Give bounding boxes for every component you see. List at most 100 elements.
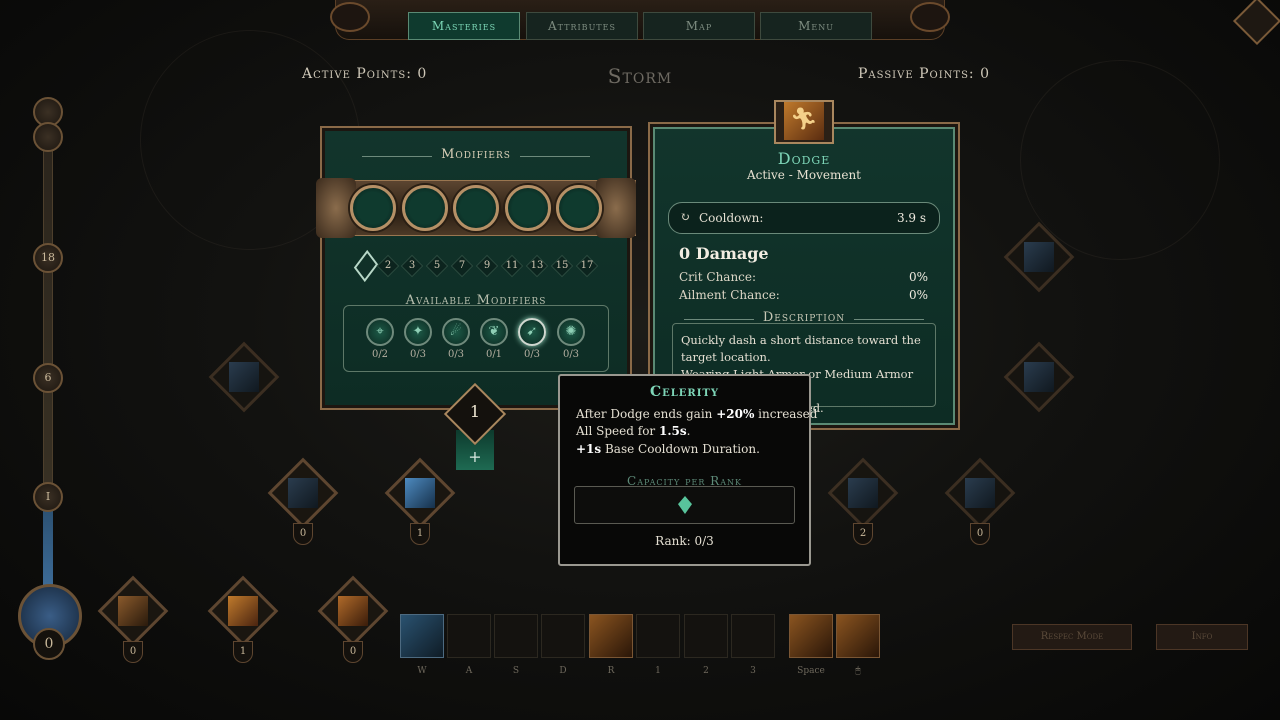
rank-threshold-11: 11: [505, 260, 519, 271]
hotbar-slot-w[interactable]: [400, 614, 444, 658]
rank-threshold-5: 5: [433, 260, 441, 271]
rank-threshold-2: 2: [384, 260, 392, 271]
hotbar-slot-r[interactable]: [589, 614, 633, 658]
tab-map[interactable]: Map: [643, 12, 755, 40]
skill-points-value: 1: [469, 402, 481, 421]
active-points-label: Active Points:: [302, 66, 412, 82]
skill-node-count: 0: [343, 641, 363, 663]
skill-node-count: 1: [233, 641, 253, 663]
passive-points-value: 0: [980, 66, 991, 82]
celerity-icon[interactable]: ➹: [518, 318, 546, 346]
tooltip-text: Base Cooldown Duration.: [601, 442, 760, 456]
skill-node-dodge[interactable]: 1: [206, 575, 279, 666]
modifier-slot-2[interactable]: [402, 185, 448, 231]
description-line: Quickly dash a short distance toward the…: [681, 333, 921, 364]
skill-node-count: 1: [410, 523, 430, 545]
tooltip-highlight: +1s: [576, 442, 602, 456]
tooltip-line: +1s Base Cooldown Duration.: [576, 442, 760, 456]
rank-threshold-13: 13: [530, 260, 544, 271]
skill-node-crossbow[interactable]: 0: [96, 575, 169, 666]
tooltip-text: .: [686, 424, 691, 438]
hotkey-label: A: [465, 666, 473, 676]
skill-node-art: [848, 478, 878, 508]
tooltip-line: All Speed for 1.5s.: [576, 424, 690, 438]
track-node-tier: I: [33, 482, 63, 512]
modifier-count: 0/1: [485, 349, 503, 360]
modifier-slot-4[interactable]: [505, 185, 551, 231]
description-title: Description: [762, 310, 846, 325]
skill-node-ice-column[interactable]: 0: [266, 457, 339, 548]
hotkey-label: Space: [797, 666, 825, 676]
hotbar-slot-space[interactable]: [789, 614, 833, 658]
crosshair-icon[interactable]: ⌖: [366, 318, 394, 346]
tooltip-text: After Dodge ends gain: [576, 407, 717, 421]
crit-chance-value: 0%: [908, 270, 928, 284]
hotkey-label: 1: [655, 666, 661, 676]
capacity-title: Capacity per Rank: [627, 474, 742, 488]
modifier-count: 0/2: [371, 349, 389, 360]
skill-node-art: [288, 478, 318, 508]
active-points: Active Points: 0: [302, 66, 427, 82]
feather-icon[interactable]: ❦: [480, 318, 508, 346]
skill-node-count: 0: [293, 523, 313, 545]
tab-attributes[interactable]: Attributes: [526, 12, 638, 40]
tab-menu[interactable]: Menu: [760, 12, 872, 40]
passive-points-label: Passive Points:: [858, 66, 975, 82]
nav-ornament-right: [910, 2, 950, 32]
available-modifiers-title: Available Modifiers: [405, 293, 547, 308]
hotbar-slot-1[interactable]: [636, 614, 680, 658]
modifier-slot-1[interactable]: [350, 185, 396, 231]
skill-node-vortex[interactable]: 0: [316, 575, 389, 666]
crit-chance-label: Crit Chance:: [679, 270, 757, 284]
skill-node-art: [229, 362, 259, 392]
mastery-points-count: 0: [33, 628, 65, 660]
modifier-count: 0/3: [447, 349, 465, 360]
skill-node-frost-pillar[interactable]: 1: [383, 457, 456, 548]
modifier-count: 0/3: [523, 349, 541, 360]
tooltip-text: increased: [754, 407, 818, 421]
hotbar-slot-d[interactable]: [541, 614, 585, 658]
tooltip-highlight: +20%: [716, 407, 755, 421]
tab-masteries[interactable]: Masteries: [408, 12, 520, 40]
hotkey-label: 2: [703, 666, 709, 676]
skill-node-left-upper[interactable]: [207, 341, 280, 432]
hotbar-slot-2[interactable]: [684, 614, 728, 658]
skill-node-right-middle[interactable]: [1002, 341, 1075, 432]
background-ornament: [1020, 60, 1220, 260]
skill-node-storm-orb[interactable]: 2: [826, 457, 899, 548]
passive-points: Passive Points: 0: [858, 66, 990, 82]
skill-node-art: [1024, 242, 1054, 272]
track-node-18: 18: [33, 243, 63, 273]
info-button[interactable]: Info: [1156, 624, 1248, 650]
modifier-slot-5[interactable]: [556, 185, 602, 231]
skill-node-count: 0: [970, 523, 990, 545]
wind-figure-icon[interactable]: ✦: [404, 318, 432, 346]
hotkey-label: 3: [750, 666, 756, 676]
hotbar-slot-s[interactable]: [494, 614, 538, 658]
tooltip-highlight: 1.5s: [658, 424, 687, 438]
hotbar-slot-3[interactable]: [731, 614, 775, 658]
plus-icon[interactable]: +: [456, 447, 494, 466]
rank-threshold-17: 17: [580, 260, 594, 271]
hotkey-label: R: [607, 666, 615, 676]
ailment-chance-label: Ailment Chance:: [679, 288, 780, 302]
skill-node-gale[interactable]: 0: [943, 457, 1016, 548]
modifier-slot-3[interactable]: [453, 185, 499, 231]
track-node-6: 6: [33, 363, 63, 393]
hotbar-slot-a[interactable]: [447, 614, 491, 658]
modifier-count: 0/3: [409, 349, 427, 360]
hotbar-slot-mouse[interactable]: [836, 614, 880, 658]
mastery-title: Storm: [607, 64, 673, 88]
mastery-progress-fill: [43, 500, 53, 590]
skill-node-art: [118, 596, 148, 626]
cooldown-icon: ↻: [680, 210, 691, 224]
tooltip-line: After Dodge ends gain +20% increased: [576, 407, 817, 421]
respec-mode-button[interactable]: Respec Mode: [1012, 624, 1132, 650]
modifiers-title: Modifiers: [441, 147, 511, 162]
runner-icon[interactable]: ☄: [442, 318, 470, 346]
gear-burst-icon[interactable]: ✺: [557, 318, 585, 346]
skill-node-right-upper[interactable]: [1002, 221, 1075, 312]
skill-node-count: 0: [123, 641, 143, 663]
cooldown-value: 3.9 s: [896, 211, 926, 225]
skill-node-art: [228, 596, 258, 626]
